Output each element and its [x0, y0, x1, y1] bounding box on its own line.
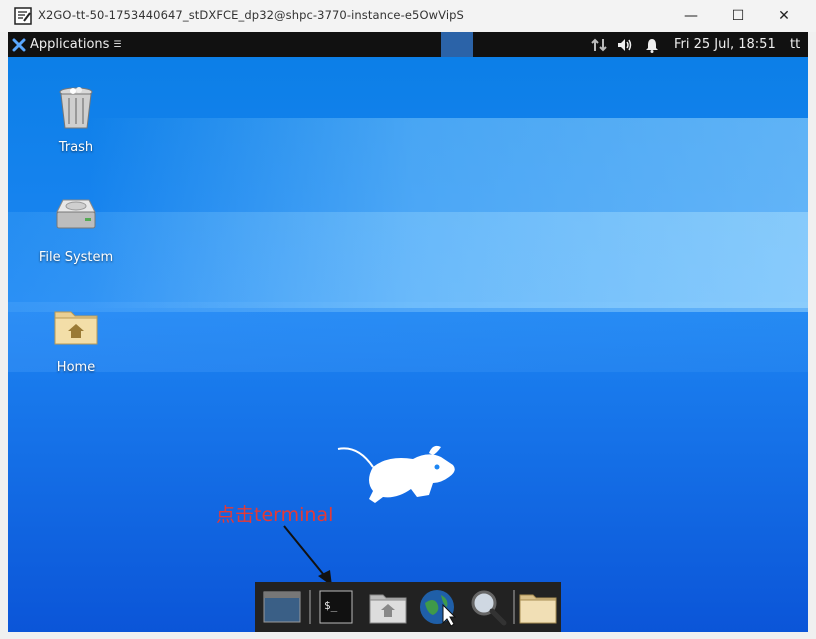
bottom-dock: $_	[255, 582, 561, 632]
show-desktop-button[interactable]	[261, 587, 303, 627]
show-desktop-icon	[263, 591, 301, 623]
top-panel: Applications ☰ Fri 25 Jul, 18:51 tt	[8, 32, 808, 57]
home-folder-icon	[54, 311, 98, 345]
file-manager-button[interactable]	[517, 587, 559, 627]
panel-clock[interactable]: Fri 25 Jul, 18:51	[674, 37, 776, 52]
svg-text:$_: $_	[324, 599, 338, 612]
terminal-button[interactable]: $_	[315, 587, 357, 627]
desktop-icon-file-system[interactable]: File System	[26, 192, 126, 265]
desktop-icon-trash[interactable]: Trash	[26, 82, 126, 155]
search-icon	[471, 590, 507, 626]
minimize-button[interactable]: —	[673, 0, 709, 32]
hard-drive-icon	[56, 199, 96, 229]
dock-separator	[513, 590, 515, 624]
applications-label: Applications	[30, 37, 110, 52]
home-folder-icon	[369, 594, 407, 624]
home-folder-button[interactable]	[367, 587, 409, 627]
search-button[interactable]	[467, 587, 509, 627]
web-browser-icon	[420, 590, 457, 627]
desktop-icon-home[interactable]: Home	[26, 302, 126, 375]
terminal-icon: $_	[319, 590, 353, 624]
applications-menu-icon: ☰	[113, 39, 122, 50]
web-browser-button[interactable]	[417, 587, 459, 627]
user-menu[interactable]: tt	[790, 37, 800, 52]
volume-icon[interactable]	[616, 32, 634, 57]
maximize-button[interactable]: ☐	[720, 0, 756, 32]
xfce-mouse-logo-icon	[337, 445, 455, 503]
window-titlebar: X2GO-tt-50-1753440647_stDXFCE_dp32@shpc-…	[0, 0, 816, 32]
window-title: X2GO-tt-50-1753440647_stDXFCE_dp32@shpc-…	[38, 8, 464, 22]
desktop-icon-label: File System	[38, 250, 114, 265]
trash-icon	[59, 87, 93, 129]
folder-icon	[519, 594, 557, 624]
xfce-logo-icon	[12, 38, 26, 51]
remote-desktop[interactable]: Applications ☰ Fri 25 Jul, 18:51 tt Tras…	[8, 32, 808, 632]
notifications-bell-icon[interactable]	[644, 32, 660, 57]
x2go-app-icon	[14, 7, 32, 25]
applications-menu-button[interactable]: Applications ☰	[12, 32, 122, 57]
desktop-icon-label: Trash	[58, 140, 94, 155]
network-icon[interactable]	[590, 32, 608, 57]
desktop-icon-label: Home	[56, 360, 96, 375]
dock-separator	[309, 590, 311, 624]
close-button[interactable]: ✕	[766, 0, 802, 32]
workspace-switcher[interactable]	[441, 32, 473, 57]
